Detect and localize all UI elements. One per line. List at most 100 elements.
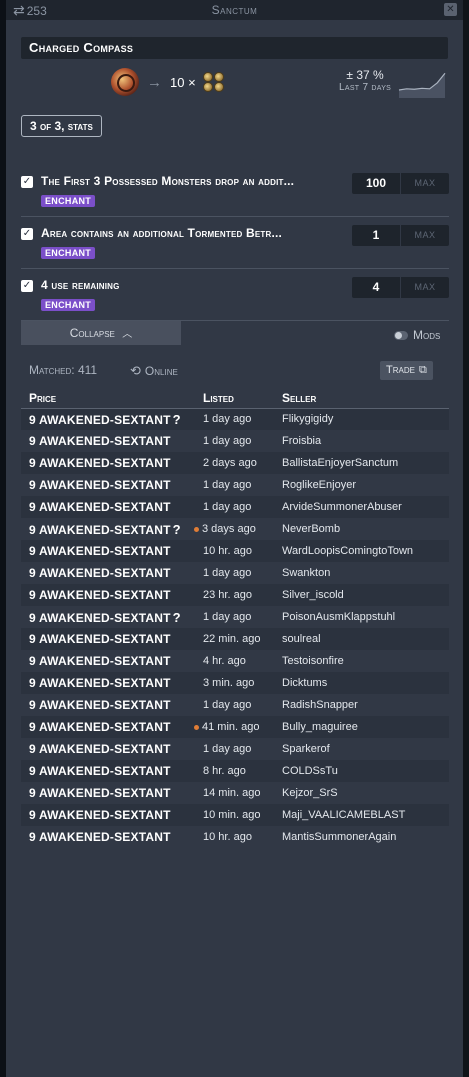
question-mark-icon: ? (172, 609, 181, 625)
listed-cell: 41 min. ago (194, 716, 274, 738)
price-trend-sparkline (398, 72, 446, 98)
table-row[interactable]: 9 AWAKENED-SEXTANT 1 day ago Froisbia (21, 430, 449, 452)
filter-min-input[interactable]: 100 (352, 173, 400, 194)
seller-cell: RadishSnapper (274, 694, 449, 716)
online-label: Online (144, 364, 178, 378)
listed-text: 23 hr. ago (203, 589, 252, 601)
table-row[interactable]: 9 AWAKENED-SEXTANT 23 hr. ago Silver_iscol… (21, 584, 449, 606)
listed-text: 41 min. ago (202, 721, 260, 733)
divider (21, 268, 449, 269)
header-listed[interactable]: Listed (195, 389, 274, 409)
title-bar[interactable]: ⇄ 253 Sanctum ✕ (6, 0, 463, 20)
table-row[interactable]: 9 AWAKENED-SEXTANT 1 day ago RoglikeEnjoye… (21, 474, 449, 496)
filter-min-input[interactable]: 1 (352, 225, 400, 246)
listed-text: 10 hr. ago (203, 545, 252, 557)
price-text: 9 AWAKENED-SEXTANT (29, 522, 171, 537)
price-text: 9 AWAKENED-SEXTANT (29, 764, 171, 778)
listed-cell: 10 hr. ago (195, 826, 274, 848)
price-cell: 9 AWAKENED-SEXTANT (21, 760, 195, 782)
filter-max-input[interactable]: MAX (401, 173, 449, 194)
price-text: 9 AWAKENED-SEXTANT (29, 698, 171, 712)
price-cell: 9 AWAKENED-SEXTANT (21, 672, 195, 694)
history-icon: ⟲ (130, 363, 141, 378)
listed-cell: 3 days ago (194, 518, 274, 540)
listed-cell: 8 hr. ago (195, 760, 274, 782)
new-listing-dot-icon (194, 724, 199, 730)
seller-cell: Maji_VAALICAMEBLAST (274, 804, 449, 826)
price-cell: 9 AWAKENED-SEXTANT (21, 826, 195, 848)
price-cell: 9 AWAKENED-SEXTANT (21, 628, 195, 650)
close-icon[interactable]: ✕ (444, 3, 457, 16)
filter-text: The First 3 Possessed Monsters drop an a… (41, 174, 295, 188)
collapse-label: Collapse (69, 326, 115, 340)
seller-cell: ArvideSummonerAbuser (274, 496, 449, 518)
table-row[interactable]: 9 AWAKENED-SEXTANT? 3 days ago NeverBomb (21, 518, 449, 540)
listed-cell: 1 day ago (195, 408, 274, 430)
trade-button[interactable]: Trade ⧉ (380, 361, 433, 380)
table-row[interactable]: 9 AWAKENED-SEXTANT 2 days ago BallistaEnjo… (21, 452, 449, 474)
filter-checkbox[interactable]: ✓ (21, 228, 33, 240)
stats-toggle-button[interactable]: 3 of 3, stats (21, 115, 102, 137)
table-row[interactable]: 9 AWAKENED-SEXTANT 10 min. ago Maji_VAALIC… (21, 804, 449, 826)
enchant-tag: ENCHANT (41, 299, 96, 311)
table-row[interactable]: 9 AWAKENED-SEXTANT? 1 day ago PoisonAusmKl… (21, 606, 449, 628)
price-cell: 9 AWAKENED-SEXTANT? (21, 518, 195, 540)
price-text: 9 AWAKENED-SEXTANT (29, 720, 171, 734)
table-row[interactable]: 9 AWAKENED-SEXTANT 14 min. ago Kejzor_SrS (21, 782, 449, 804)
price-cell: 9 AWAKENED-SEXTANT (21, 474, 195, 496)
price-change: ± 37 % Last 7 days (339, 68, 391, 93)
table-row[interactable]: 9 AWAKENED-SEXTANT 4 hr. ago Testoisonfire (21, 650, 449, 672)
filter-max-input[interactable]: MAX (401, 277, 449, 298)
header-price[interactable]: Price (21, 389, 195, 409)
price-cell: 9 AWAKENED-SEXTANT (21, 584, 195, 606)
collapse-button[interactable]: Collapse ︿ (21, 321, 181, 345)
price-cell: 9 AWAKENED-SEXTANT (21, 650, 195, 672)
enchant-tag: ENCHANT (41, 195, 96, 207)
listed-cell: 1 day ago (195, 430, 274, 452)
table-row[interactable]: 9 AWAKENED-SEXTANT 10 hr. ago MantisSummon… (21, 826, 449, 848)
table-row[interactable]: 9 AWAKENED-SEXTANT 1 day ago Sparkerof (21, 738, 449, 760)
listed-cell: 10 min. ago (195, 804, 274, 826)
table-header-row: Price Listed Seller (21, 389, 449, 409)
arrow-right-icon: → (147, 73, 162, 91)
divider (21, 216, 449, 217)
background-right-edge (463, 0, 469, 1077)
seller-cell: Flikygigidy (274, 408, 449, 430)
sparkline-area (399, 73, 445, 98)
price-cell: 9 AWAKENED-SEXTANT (21, 452, 195, 474)
price-check-panel: ⇄ 253 Sanctum ✕ Charged Compass → 10 × ±… (6, 0, 463, 1077)
seller-cell: WardLoopisComingtoTown (274, 540, 449, 562)
table-row[interactable]: 9 AWAKENED-SEXTANT 41 min. ago Bully_magui… (21, 716, 449, 738)
seller-cell: Swankton (274, 562, 449, 584)
table-row[interactable]: 9 AWAKENED-SEXTANT 10 hr. ago WardLoopisCo… (21, 540, 449, 562)
table-row[interactable]: 9 AWAKENED-SEXTANT? 1 day ago Flikygigidy (21, 408, 449, 430)
filter-max-input[interactable]: MAX (401, 225, 449, 246)
price-text: 9 AWAKENED-SEXTANT (29, 654, 171, 668)
toggle-switch-icon[interactable] (394, 330, 408, 340)
listed-text: 10 min. ago (203, 809, 261, 821)
table-row[interactable]: 9 AWAKENED-SEXTANT 1 day ago Swankton (21, 562, 449, 584)
table-row[interactable]: 9 AWAKENED-SEXTANT 8 hr. ago COLDSsTu (21, 760, 449, 782)
table-row[interactable]: 9 AWAKENED-SEXTANT 1 day ago RadishSnapper (21, 694, 449, 716)
table-row[interactable]: 9 AWAKENED-SEXTANT 3 min. ago Dicktums (21, 672, 449, 694)
seller-cell: RoglikeEnjoyer (274, 474, 449, 496)
online-filter[interactable]: ⟲ Online (130, 363, 178, 379)
seller-cell: Testoisonfire (274, 650, 449, 672)
listed-text: 22 min. ago (203, 633, 261, 645)
price-change-period: Last 7 days (339, 82, 392, 93)
filter-checkbox[interactable]: ✓ (21, 280, 33, 292)
seller-cell: Bully_maguiree (274, 716, 449, 738)
filter-text: Area contains an additional Tormented Be… (41, 226, 283, 240)
filter-min-input[interactable]: 4 (352, 277, 400, 298)
price-text: 9 AWAKENED-SEXTANT (29, 500, 171, 514)
filter-checkbox[interactable]: ✓ (21, 176, 33, 188)
table-row[interactable]: 9 AWAKENED-SEXTANT 1 day ago ArvideSummone… (21, 496, 449, 518)
listed-text: 1 day ago (203, 743, 252, 755)
listed-text: 1 day ago (203, 479, 252, 491)
price-cell: 9 AWAKENED-SEXTANT (21, 782, 195, 804)
price-text: 9 AWAKENED-SEXTANT (29, 786, 171, 800)
header-seller[interactable]: Seller (274, 389, 449, 409)
seller-cell: soulreal (274, 628, 449, 650)
mods-toggle[interactable]: Mods (394, 328, 440, 342)
table-row[interactable]: 9 AWAKENED-SEXTANT 22 min. ago soulreal (21, 628, 449, 650)
